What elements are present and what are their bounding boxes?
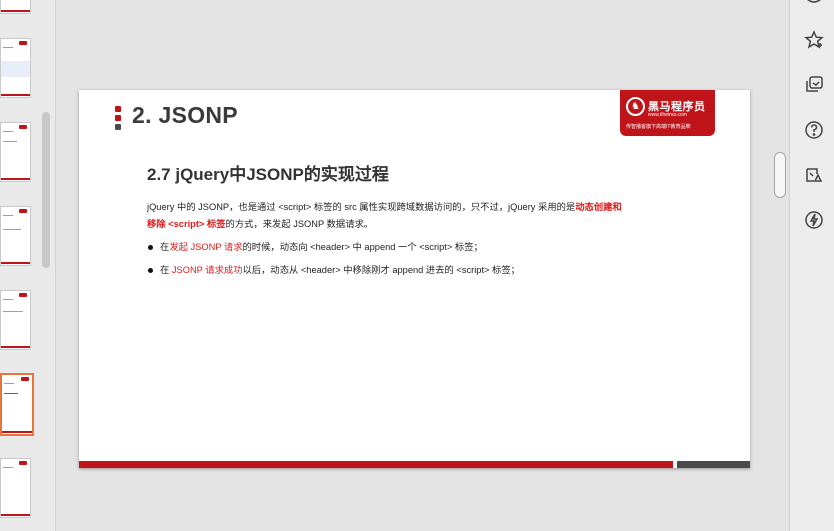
slide-thumbnail-panel bbox=[0, 0, 56, 531]
slide-thumbnail[interactable] bbox=[0, 38, 31, 98]
performance-icon[interactable] bbox=[803, 164, 825, 186]
emphasis-text: 移除 <script> 标签 bbox=[147, 219, 226, 229]
logo-slogan: 传智播客旗下高端IT教育品牌 bbox=[626, 124, 691, 130]
slide-thumbnail[interactable] bbox=[0, 206, 31, 266]
slide-body: jQuery 中的 JSONP，也是通过 <script> 标签的 src 属性… bbox=[147, 199, 667, 279]
section-title: 2. JSONP bbox=[132, 102, 238, 128]
highlight-text: JSONP 请求成功 bbox=[171, 265, 243, 275]
intro-paragraph: jQuery 中的 JSONP，也是通过 <script> 标签的 src 属性… bbox=[147, 202, 622, 229]
slide-thumbnail[interactable] bbox=[0, 122, 31, 182]
bolt-icon[interactable] bbox=[803, 209, 825, 231]
slide-canvas: 2. JSONP ♞ 黑马程序员 www.itheima.com 传智播客旗下高… bbox=[79, 90, 750, 468]
logo-url: www.itheima.com bbox=[648, 112, 687, 118]
highlight-text: 发起 JSONP 请求 bbox=[169, 242, 243, 252]
emphasis-text: 动态创建和 bbox=[575, 202, 622, 212]
thumbnail-scrollbar[interactable] bbox=[42, 112, 50, 268]
slide-thumbnail[interactable] bbox=[0, 458, 31, 518]
slide-thumbnail-active[interactable] bbox=[0, 373, 34, 436]
slide-thumbnail[interactable] bbox=[0, 290, 31, 350]
footer-bar-gray bbox=[677, 461, 750, 468]
slide-thumbnail[interactable] bbox=[0, 0, 31, 14]
horse-logo-icon: ♞ bbox=[626, 97, 645, 116]
footer-bar-red bbox=[79, 461, 673, 468]
slide-subtitle: 2.7 jQuery中JSONP的实现过程 bbox=[147, 165, 389, 184]
collections-icon[interactable] bbox=[803, 74, 825, 96]
bullet-item: 在发起 JSONP 请求的时候，动态向 <header> 中 append 一个… bbox=[147, 239, 667, 256]
help-icon[interactable] bbox=[803, 119, 825, 141]
title-marker-icon bbox=[115, 106, 121, 133]
bullet-item: 在 JSONP 请求成功以后，动态从 <header> 中移除刚才 append… bbox=[147, 262, 667, 279]
slide-stage: 2. JSONP ♞ 黑马程序员 www.itheima.com 传智播客旗下高… bbox=[56, 0, 789, 531]
favorites-icon[interactable] bbox=[803, 29, 825, 51]
copilot-icon[interactable] bbox=[803, 0, 825, 18]
right-sidebar bbox=[789, 0, 834, 531]
document-scrollbar-thumb[interactable] bbox=[774, 152, 786, 198]
itheima-logo: ♞ 黑马程序员 www.itheima.com 传智播客旗下高端IT教育品牌 bbox=[620, 90, 715, 136]
